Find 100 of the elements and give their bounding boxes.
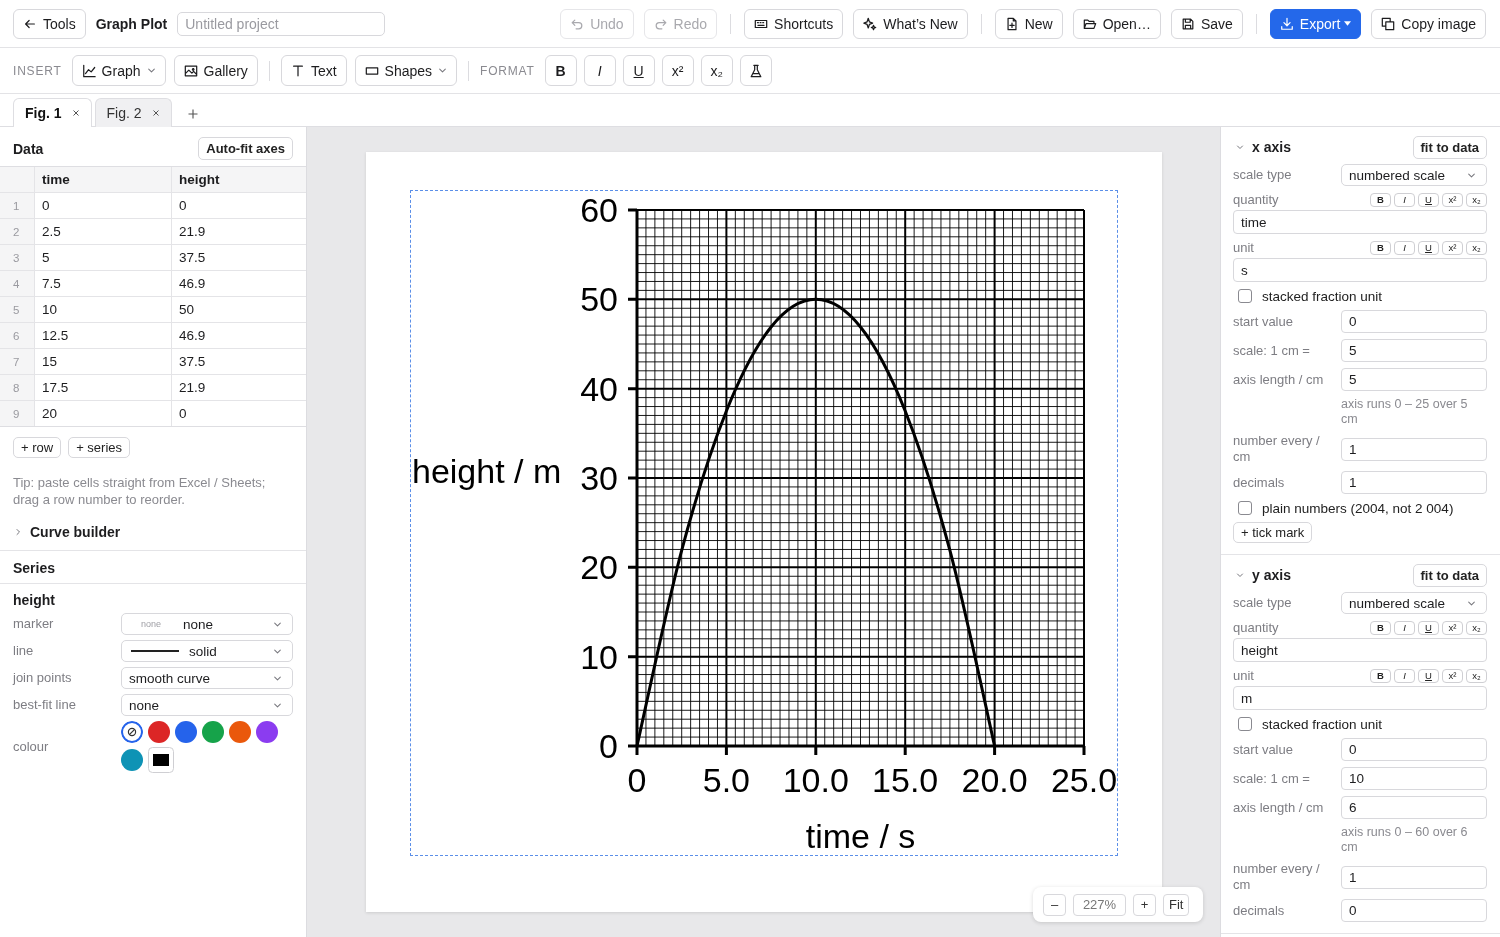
add-tick-mark-button[interactable]: + tick mark [1233,522,1313,543]
fit-button[interactable]: Fit [1163,893,1190,916]
zoom-out-button[interactable]: – [1043,893,1066,916]
dropdown[interactable]: solid [121,640,293,662]
table-cell[interactable]: 0 [172,193,306,218]
bold-button[interactable]: B [544,55,577,86]
whats-new-button[interactable]: What’s New [853,8,968,39]
table-cell[interactable]: 15 [35,349,172,374]
colour-swatch-icon[interactable] [202,721,224,743]
underline-button[interactable]: U [1418,192,1439,207]
dropdown[interactable]: smooth curve [121,667,293,689]
table-cell[interactable]: 46.9 [172,323,306,348]
text-field[interactable]: m [1233,686,1487,710]
figure-tab[interactable]: Fig. 2 [94,98,172,127]
bold-button[interactable]: B [1370,620,1391,635]
checkbox[interactable] [1238,717,1252,731]
section-title[interactable]: Curve builder [30,524,121,540]
table-cell[interactable]: 0 [35,193,172,218]
colour-swatch-icon[interactable] [148,721,170,743]
number-field[interactable]: 0 [1341,310,1487,333]
save-button[interactable]: Save [1170,8,1243,39]
italic-button[interactable]: I [1394,192,1415,207]
table-cell[interactable]: 12.5 [35,323,172,348]
fit-to-data-button[interactable]: fit to data [1412,135,1487,159]
number-field[interactable]: 1 [1341,865,1487,889]
dropdown[interactable]: numbered scale [1341,592,1487,614]
table-cell[interactable]: 10 [35,297,172,322]
bold-button[interactable]: B [1370,668,1391,683]
shortcuts-button[interactable]: Shortcuts [744,8,844,39]
text-field[interactable]: time [1233,210,1487,234]
add-tab-button[interactable] [186,108,199,120]
underline-button[interactable]: U [1418,240,1439,255]
custom-colour-icon[interactable] [148,747,174,773]
italic-button[interactable]: I [1394,620,1415,635]
italic-button[interactable]: I [583,55,616,86]
table-cell[interactable]: 2.5 [35,219,172,244]
zoom-in-button[interactable]: + [1133,893,1156,916]
bold-button[interactable]: B [1370,192,1391,207]
text-button[interactable]: Text [280,55,347,86]
back-button[interactable]: Tools [13,8,86,39]
table-cell[interactable]: 21.9 [172,219,306,244]
bold-button[interactable]: B [1370,240,1391,255]
checkbox[interactable] [1238,289,1252,303]
number-field[interactable]: 5 [1341,339,1487,362]
table-cell[interactable]: 20 [35,401,172,426]
underline-button[interactable]: U [1418,668,1439,683]
dropdown[interactable]: none none [121,613,293,635]
graph-dropdown[interactable]: Graph [71,55,166,86]
colour-swatch-icon[interactable] [175,721,197,743]
superscript-button[interactable]: x² [1442,620,1463,635]
italic-button[interactable]: I [1394,668,1415,683]
subscript-button[interactable]: x₂ [1466,240,1487,255]
colour-swatch-icon[interactable] [229,721,251,743]
open-button[interactable]: Open… [1072,8,1161,39]
figure-tab[interactable]: Fig. 1 [13,98,92,127]
table-cell[interactable]: 7.5 [35,271,172,296]
subscript-button[interactable]: x₂ [1466,668,1487,683]
close-icon[interactable] [71,109,80,117]
italic-button[interactable]: I [1394,240,1415,255]
number-field[interactable]: 1 [1341,471,1487,494]
superscript-button[interactable]: x² [1442,240,1463,255]
figure-frame[interactable]: 0 10 20 30 40 50 60 0 5.0 10.0 15.0 20.0 25.0 time / s height / m [409,190,1118,856]
number-field[interactable]: 0 [1341,899,1487,922]
superscript-button[interactable]: x² [1442,192,1463,207]
table-cell[interactable]: 37.5 [172,245,306,270]
flask-button[interactable] [739,55,772,86]
table-cell[interactable]: 50 [172,297,306,322]
auto-fit-button[interactable]: Auto-fit axes [198,137,293,160]
superscript-button[interactable]: x² [661,55,694,86]
subscript-button[interactable]: x₂ [1466,192,1487,207]
dropdown[interactable]: none [121,694,293,716]
table-cell[interactable]: 46.9 [172,271,306,296]
dropdown[interactable]: numbered scale [1341,164,1487,186]
copy-image-button[interactable]: Copy image [1371,8,1486,39]
colour-swatch-icon[interactable] [121,749,143,771]
table-cell[interactable]: 5 [35,245,172,270]
table-cell[interactable]: 21.9 [172,375,306,400]
number-field[interactable]: 10 [1341,767,1487,790]
number-field[interactable]: 6 [1341,796,1487,819]
export-button[interactable]: Export [1269,8,1362,39]
fit-to-data-button[interactable]: fit to data [1412,563,1487,587]
shapes-dropdown[interactable]: Shapes [354,55,458,86]
superscript-button[interactable]: x² [1442,668,1463,683]
checkbox[interactable] [1238,501,1252,515]
number-field[interactable]: 0 [1341,738,1487,761]
colour-swatch-icon[interactable] [256,721,278,743]
text-field[interactable]: s [1233,258,1487,282]
number-field[interactable]: 5 [1341,368,1487,391]
gallery-button[interactable]: Gallery [173,55,258,86]
table-cell[interactable]: 37.5 [172,349,306,374]
underline-button[interactable]: U [1418,620,1439,635]
subscript-button[interactable]: x₂ [1466,620,1487,635]
add-button[interactable]: + row [13,437,62,458]
subscript-button[interactable]: x₂ [700,55,733,86]
number-field[interactable]: 1 [1341,437,1487,461]
no-colour-icon[interactable] [121,721,143,743]
new-button[interactable]: New [994,8,1063,39]
close-icon[interactable] [151,109,160,117]
text-field[interactable]: height [1233,638,1487,662]
underline-button[interactable]: U [622,55,655,86]
